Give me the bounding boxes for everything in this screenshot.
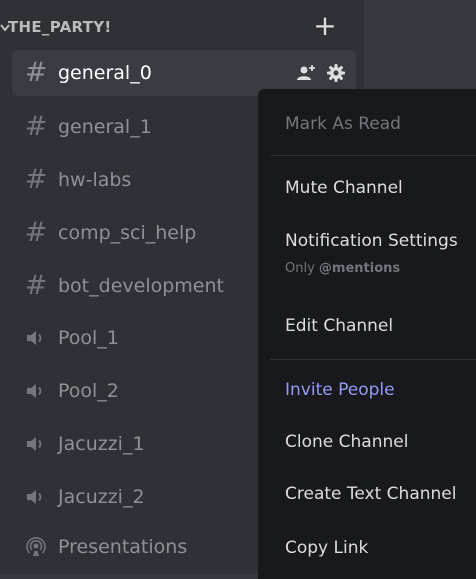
channel-name: general_0 [58,62,152,84]
channel-name: Jacuzzi_2 [58,486,145,508]
speaker-icon [24,378,48,404]
channel-name: Presentations [58,536,188,558]
menu-item-create-text-channel[interactable]: Create Text Channel [285,484,456,504]
category-name: THE_PARTY! [8,18,112,36]
channel-name: hw-labs [58,169,132,191]
menu-item-mute-channel[interactable]: Mute Channel [285,178,403,198]
menu-item-invite-people[interactable]: Invite People [285,380,395,400]
menu-separator [270,155,476,156]
gear-icon[interactable] [326,63,346,83]
speaker-icon [24,325,48,351]
channel-context-menu: Mark As Read Mute Channel Notification S… [258,89,476,579]
channel-name: Pool_2 [58,380,119,402]
channel-name: general_1 [58,116,152,138]
menu-item-mark-as-read[interactable]: Mark As Read [285,114,401,134]
speaker-icon [24,484,48,510]
stage-icon [24,534,48,560]
menu-item-edit-channel[interactable]: Edit Channel [285,316,393,336]
hash-icon: # [24,270,48,301]
channel-name: comp_sci_help [58,222,197,244]
notification-sub-prefix: Only [285,261,319,276]
notification-sub-value: @mentions [318,261,401,276]
menu-item-clone-channel[interactable]: Clone Channel [285,432,408,452]
menu-item-copy-link[interactable]: Copy Link [285,538,368,558]
hash-icon: # [24,57,48,88]
hash-icon: # [24,111,48,142]
menu-item-notification-settings[interactable]: Notification Settings [285,231,458,251]
notification-settings-value: Only @mentions [285,261,400,276]
hash-icon: # [24,217,48,248]
channel-name: bot_development [58,275,224,297]
add-member-icon[interactable] [296,63,316,83]
hash-icon: # [24,164,48,195]
channel-name: Jacuzzi_1 [58,433,145,455]
channel-actions [296,62,346,84]
category-header[interactable]: THE_PARTY! + [0,12,364,46]
speaker-icon [24,431,48,457]
menu-separator [270,359,476,360]
plus-icon[interactable]: + [313,12,337,40]
channel-name: Pool_1 [58,327,119,349]
